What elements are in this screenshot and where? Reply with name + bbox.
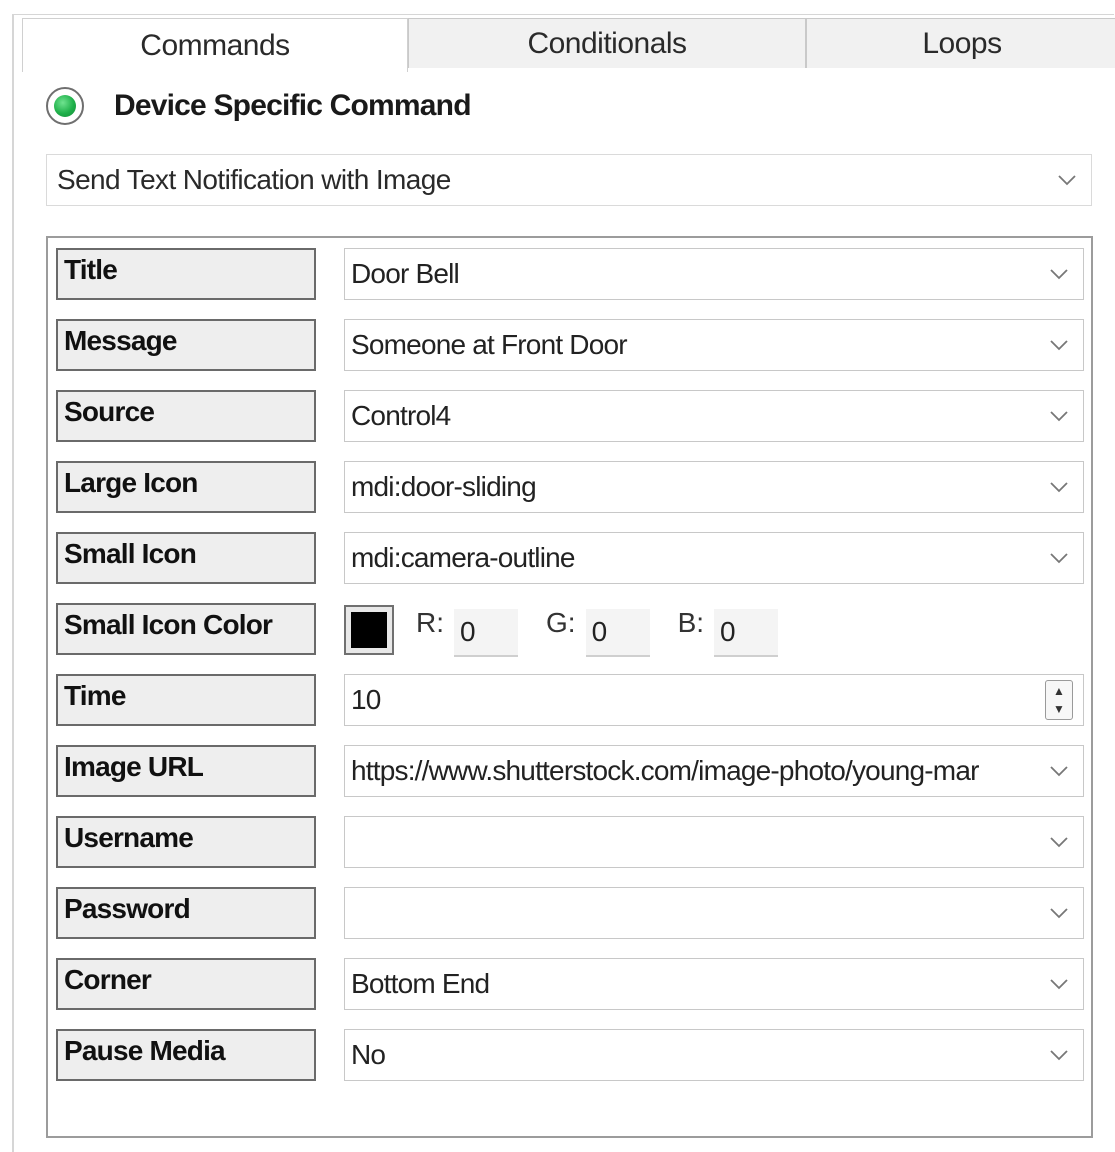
row-title: Title Door Bell [56,246,1084,300]
small-icon-label: Small Icon [56,532,316,584]
message-label: Message [56,319,316,371]
large-icon-value[interactable]: mdi:door-sliding [345,471,1043,503]
pause-media-combo[interactable]: No [344,1029,1084,1081]
small-icon-combo[interactable]: mdi:camera-outline [344,532,1084,584]
tab-conditionals[interactable]: Conditionals [408,18,806,68]
property-grid: Title Door Bell Message Someone at Front… [46,236,1093,1138]
row-message: Message Someone at Front Door [56,317,1084,371]
pause-media-label: Pause Media [56,1029,316,1081]
row-corner: Corner Bottom End [56,956,1084,1010]
chevron-down-icon[interactable] [1043,542,1075,574]
chevron-down-icon[interactable] [1043,826,1075,858]
red-input[interactable]: 0 [454,609,518,657]
chevron-down-icon[interactable] [1043,755,1075,787]
image-url-value[interactable]: https://www.shutterstock.com/image-photo… [345,755,1043,787]
source-label: Source [56,390,316,442]
command-select-value: Send Text Notification with Image [57,164,451,195]
tab-commands[interactable]: Commands [22,18,408,72]
radio-selected-dot [54,95,76,117]
large-icon-combo[interactable]: mdi:door-sliding [344,461,1084,513]
row-password: Password [56,885,1084,939]
message-value[interactable]: Someone at Front Door [345,329,1043,361]
corner-combo[interactable]: Bottom End [344,958,1084,1010]
chevron-down-icon[interactable] [1043,968,1075,1000]
row-small-icon-color: Small Icon Color R: 0 G: 0 B: 0 [56,601,1084,657]
chevron-down-icon[interactable] [1043,897,1075,929]
tab-loops[interactable]: Loops [806,18,1115,68]
chevron-down-icon[interactable] [1043,471,1075,503]
row-large-icon: Large Icon mdi:door-sliding [56,459,1084,513]
source-combo[interactable]: Control4 [344,390,1084,442]
message-combo[interactable]: Someone at Front Door [344,319,1084,371]
password-label: Password [56,887,316,939]
time-input[interactable]: 10 ▲ ▼ [344,674,1084,726]
large-icon-label: Large Icon [56,461,316,513]
green-label: G: [546,607,576,638]
title-combo[interactable]: Door Bell [344,248,1084,300]
username-label: Username [56,816,316,868]
row-pause-media: Pause Media No [56,1027,1084,1081]
row-small-icon: Small Icon mdi:camera-outline [56,530,1084,584]
device-specific-command-radio[interactable] [46,87,84,125]
chevron-down-icon[interactable] [1043,329,1075,361]
time-value[interactable]: 10 [345,684,1045,716]
password-combo[interactable] [344,887,1084,939]
blue-input[interactable]: 0 [714,609,779,657]
color-swatch-button[interactable] [344,605,394,655]
chevron-down-icon[interactable] [1043,258,1075,290]
image-url-combo[interactable]: https://www.shutterstock.com/image-photo… [344,745,1084,797]
title-label: Title [56,248,316,300]
red-label: R: [416,607,444,638]
corner-value[interactable]: Bottom End [345,968,1043,1000]
chevron-down-icon[interactable] [1043,1039,1075,1071]
blue-label: B: [677,607,705,638]
pause-media-value[interactable]: No [345,1039,1043,1071]
chevron-down-icon [1051,164,1083,196]
color-swatch [351,612,387,648]
small-icon-color-label: Small Icon Color [56,603,316,655]
caret-down-icon[interactable]: ▼ [1053,700,1065,718]
username-combo[interactable] [344,816,1084,868]
color-picker: R: 0 G: 0 B: 0 [344,603,779,657]
title-value[interactable]: Door Bell [345,258,1043,290]
time-spinner[interactable]: ▲ ▼ [1045,680,1073,720]
command-select[interactable]: Send Text Notification with Image [46,154,1092,206]
corner-label: Corner [56,958,316,1010]
row-username: Username [56,814,1084,868]
row-source: Source Control4 [56,388,1084,442]
row-time: Time 10 ▲ ▼ [56,672,1084,726]
source-value[interactable]: Control4 [345,400,1043,432]
image-url-label: Image URL [56,745,316,797]
caret-up-icon[interactable]: ▲ [1053,682,1065,700]
device-specific-command-label: Device Specific Command [114,89,472,122]
tab-strip: Commands Conditionals Loops [22,18,1115,72]
row-image-url: Image URL https://www.shutterstock.com/i… [56,743,1084,797]
device-specific-command-option[interactable]: Device Specific Command [46,82,472,130]
chevron-down-icon[interactable] [1043,400,1075,432]
green-input[interactable]: 0 [585,609,650,657]
small-icon-value[interactable]: mdi:camera-outline [345,542,1043,574]
time-label: Time [56,674,316,726]
